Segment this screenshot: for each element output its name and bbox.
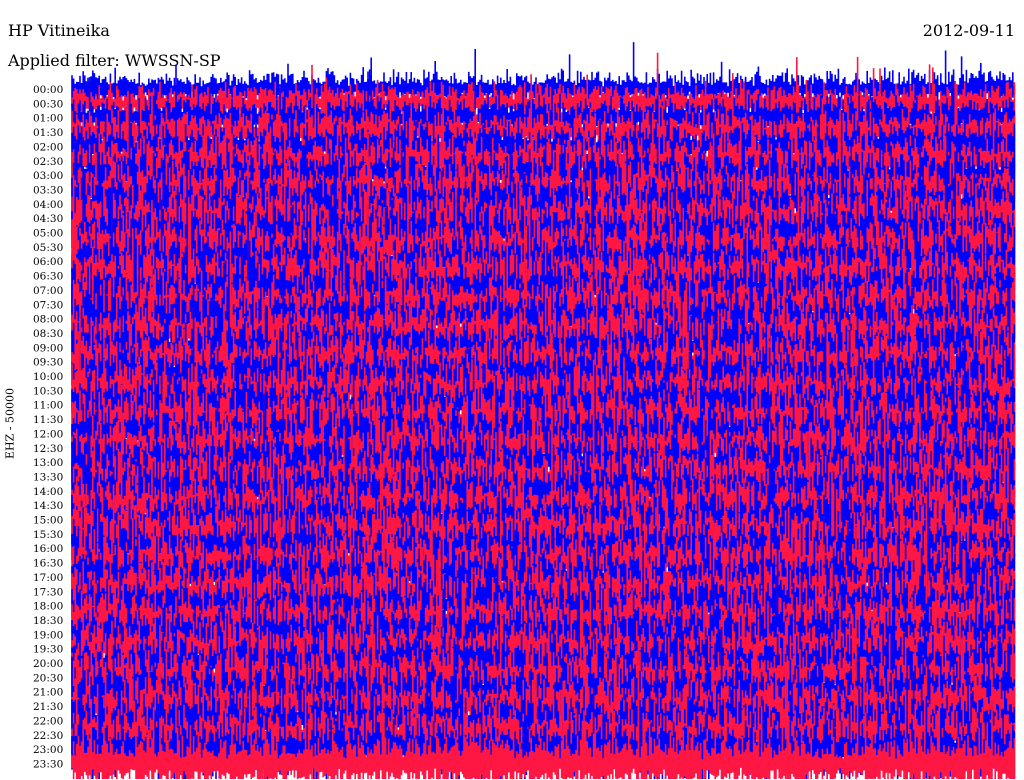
time-tick-label: 21:00 <box>33 687 63 699</box>
time-tick-label: 00:00 <box>33 84 63 96</box>
time-tick-label: 15:00 <box>33 515 63 527</box>
time-tick-label: 05:30 <box>33 242 63 254</box>
time-tick-label: 07:30 <box>33 299 63 311</box>
time-tick-label: 19:00 <box>33 629 63 641</box>
time-tick-label: 01:30 <box>33 127 63 139</box>
time-tick-label: 19:30 <box>33 644 63 656</box>
time-tick-label: 21:30 <box>33 701 63 713</box>
time-tick-label: 04:00 <box>33 199 63 211</box>
time-tick-label: 06:30 <box>33 271 63 283</box>
time-tick-label: 08:30 <box>33 328 63 340</box>
time-axis-ticks: 00:00 00:30 01:00 01:30 02:00 02:30 03:00 03:30… <box>33 84 63 770</box>
seismic-traces <box>71 42 1016 779</box>
time-tick-label: 17:00 <box>33 572 63 584</box>
time-tick-label: 13:30 <box>33 471 63 483</box>
time-tick-label: 00:30 <box>33 98 63 110</box>
time-tick-label: 16:30 <box>33 558 63 570</box>
time-tick-label: 12:30 <box>33 443 63 455</box>
time-tick-label: 13:00 <box>33 457 63 469</box>
time-tick-label: 09:00 <box>33 342 63 354</box>
time-tick-label: 02:00 <box>33 141 63 153</box>
time-tick-label: 20:30 <box>33 672 63 684</box>
time-tick-label: 15:30 <box>33 529 63 541</box>
time-tick-label: 23:30 <box>33 758 63 770</box>
time-tick-label: 03:30 <box>33 184 63 196</box>
time-tick-label: 03:00 <box>33 170 63 182</box>
time-tick-label: 22:30 <box>33 730 63 742</box>
time-tick-label: 02:30 <box>33 156 63 168</box>
time-tick-label: 09:30 <box>33 357 63 369</box>
time-tick-label: 18:30 <box>33 615 63 627</box>
time-tick-label: 11:30 <box>33 414 63 426</box>
time-tick-label: 11:00 <box>33 400 63 412</box>
time-tick-label: 18:00 <box>33 601 63 613</box>
time-tick-label: 05:00 <box>33 228 63 240</box>
time-tick-label: 08:00 <box>33 314 63 326</box>
time-tick-label: 04:30 <box>33 213 63 225</box>
time-tick-label: 07:00 <box>33 285 63 297</box>
time-tick-label: 23:00 <box>33 744 63 756</box>
helicorder-plot: 00:00 00:30 01:00 01:30 02:00 02:30 03:00 03:30… <box>33 42 1016 779</box>
time-tick-label: 10:30 <box>33 385 63 397</box>
time-tick-label: 12:00 <box>33 428 63 440</box>
time-tick-label: 01:00 <box>33 113 63 125</box>
time-tick-label: 14:00 <box>33 486 63 498</box>
time-tick-label: 22:00 <box>33 715 63 727</box>
time-tick-label: 20:00 <box>33 658 63 670</box>
time-tick-label: 14:30 <box>33 500 63 512</box>
time-tick-label: 06:00 <box>33 256 63 268</box>
time-tick-label: 17:30 <box>33 586 63 598</box>
time-tick-label: 16:00 <box>33 543 63 555</box>
time-tick-label: 10:00 <box>33 371 63 383</box>
